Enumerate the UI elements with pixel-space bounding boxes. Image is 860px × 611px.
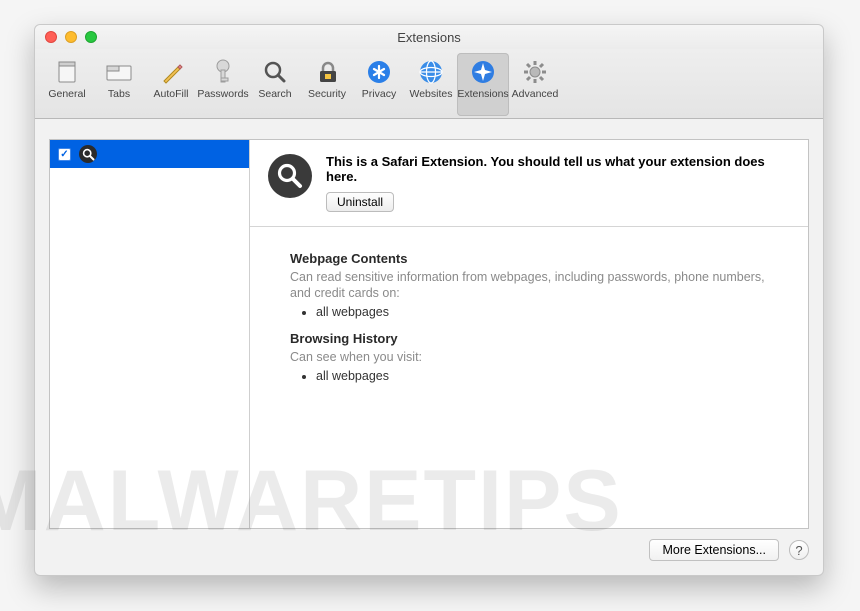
content-area: ✓ This is a Safari Extension. You should…	[49, 139, 809, 529]
extensions-icon	[468, 57, 498, 87]
autofill-icon	[156, 57, 186, 87]
perm-item: all webpages	[316, 369, 788, 383]
more-extensions-button[interactable]: More Extensions...	[649, 539, 779, 561]
window-title: Extensions	[35, 30, 823, 45]
tab-search[interactable]: Search	[249, 53, 301, 116]
perm-item: all webpages	[316, 305, 788, 319]
tab-autofill[interactable]: AutoFill	[145, 53, 197, 116]
extension-header: This is a Safari Extension. You should t…	[250, 140, 808, 227]
extension-icon	[79, 145, 97, 163]
tab-label: Advanced	[512, 89, 559, 100]
tab-tabs[interactable]: Tabs	[93, 53, 145, 116]
tab-label: Privacy	[362, 89, 396, 100]
websites-icon	[416, 57, 446, 87]
tab-passwords[interactable]: Passwords	[197, 53, 249, 116]
tab-label: Search	[258, 89, 291, 100]
tab-label: AutoFill	[153, 89, 188, 100]
close-window-button[interactable]	[45, 31, 57, 43]
preferences-toolbar: General Tabs AutoFill Passwords Search	[35, 49, 823, 119]
perm-text: Can read sensitive information from webp…	[290, 269, 788, 301]
general-icon	[52, 57, 82, 87]
extension-description: This is a Safari Extension. You should t…	[326, 154, 765, 184]
passwords-icon	[208, 57, 238, 87]
extension-detail: This is a Safari Extension. You should t…	[250, 140, 808, 528]
tab-security[interactable]: Security	[301, 53, 353, 116]
search-icon	[260, 57, 290, 87]
titlebar: Extensions	[35, 25, 823, 49]
help-button[interactable]: ?	[789, 540, 809, 560]
footer: More Extensions... ?	[49, 539, 809, 561]
uninstall-button[interactable]: Uninstall	[326, 192, 394, 212]
tab-general[interactable]: General	[41, 53, 93, 116]
extensions-sidebar: ✓	[50, 140, 250, 528]
tab-label: Websites	[410, 89, 453, 100]
perm-text: Can see when you visit:	[290, 349, 788, 365]
preferences-window: Extensions General Tabs AutoFill Passwor…	[34, 24, 824, 576]
privacy-icon	[364, 57, 394, 87]
zoom-window-button[interactable]	[85, 31, 97, 43]
tab-label: Tabs	[108, 89, 130, 100]
tab-label: General	[48, 89, 85, 100]
perm-heading: Browsing History	[290, 331, 788, 346]
tab-websites[interactable]: Websites	[405, 53, 457, 116]
tab-advanced[interactable]: Advanced	[509, 53, 561, 116]
extension-large-icon	[268, 154, 312, 198]
window-controls	[35, 31, 97, 43]
security-icon	[312, 57, 342, 87]
minimize-window-button[interactable]	[65, 31, 77, 43]
tabs-icon	[104, 57, 134, 87]
tab-label: Passwords	[197, 89, 248, 100]
tab-label: Extensions	[457, 89, 508, 100]
advanced-icon	[520, 57, 550, 87]
permissions-section: Webpage Contents Can read sensitive info…	[250, 227, 808, 405]
perm-heading: Webpage Contents	[290, 251, 788, 266]
tab-extensions[interactable]: Extensions	[457, 53, 509, 116]
sidebar-item[interactable]: ✓	[50, 140, 249, 168]
extension-enable-checkbox[interactable]: ✓	[58, 148, 71, 161]
tab-label: Security	[308, 89, 346, 100]
tab-privacy[interactable]: Privacy	[353, 53, 405, 116]
